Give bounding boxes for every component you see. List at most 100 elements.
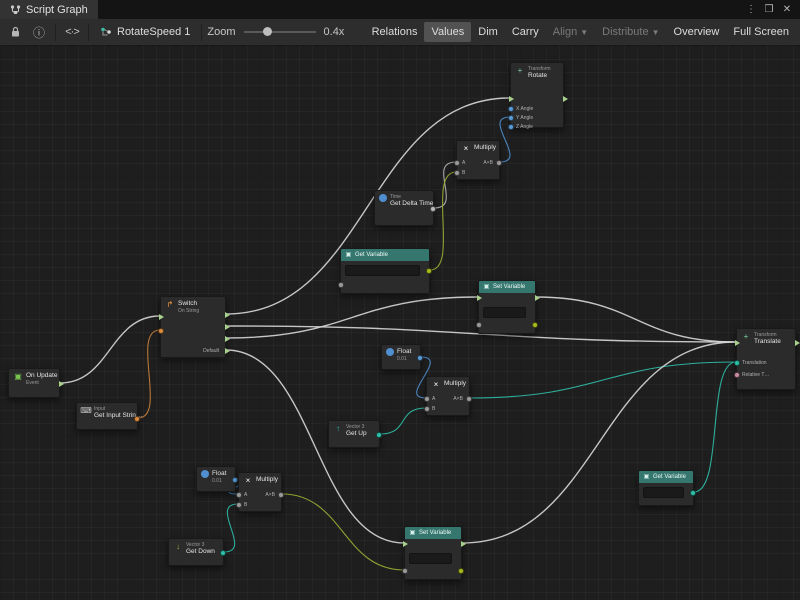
toolbar-button-relations[interactable]: Relations: [365, 22, 425, 42]
port-rotate-flow-in[interactable]: [509, 96, 514, 102]
window-menu-button[interactable]: ⋮: [742, 0, 760, 19]
port-multiply-3-b[interactable]: [236, 502, 242, 508]
node-title: Float: [212, 470, 226, 478]
node-header: Float0.01: [382, 345, 420, 364]
toolbar-button-carry[interactable]: Carry: [505, 22, 546, 42]
window-titlebar: Script Graph ⋮ ❒ ✕: [0, 0, 800, 19]
graph-node-float-1[interactable]: Float0.01: [381, 344, 421, 370]
port-multiply-3-out[interactable]: [278, 492, 284, 498]
graph-node-vector3-get-up[interactable]: ↑Vector 3Get Up: [328, 420, 380, 448]
port-get-input-string-out[interactable]: [134, 416, 140, 422]
port-translate-relative-to[interactable]: [734, 372, 740, 378]
node-title: Rotate: [528, 72, 551, 80]
node-title: Set Variable: [419, 530, 451, 536]
port-get-variable-1-out[interactable]: [426, 268, 432, 274]
toolbar-button-distribute: Distribute▼: [595, 22, 666, 42]
graph-node-get-delta-time[interactable]: TimeGet Delta Time: [374, 190, 434, 226]
port-multiply-2-out[interactable]: [466, 396, 472, 402]
port-set-variable-1-value[interactable]: [476, 322, 482, 328]
node-title: Get Delta Time: [390, 200, 433, 208]
port-label: A×B: [453, 396, 463, 402]
port-set-variable-1-out[interactable]: [532, 322, 538, 328]
graph-node-multiply-2[interactable]: ×MultiplyABA×B: [426, 376, 470, 416]
info-icon[interactable]: ⓘ: [28, 22, 50, 43]
graph-node-vector3-get-down[interactable]: ↓Vector 3Get Down: [168, 538, 224, 566]
graph-node-get-variable-1[interactable]: ▣Get Variable: [340, 248, 430, 294]
zoom-slider-thumb[interactable]: [263, 27, 272, 36]
variable-name-field[interactable]: [409, 553, 452, 564]
port-label: B: [462, 170, 465, 176]
node-subtitle: Event: [26, 380, 57, 386]
port-multiply-1-b[interactable]: [454, 170, 460, 176]
port-set-variable-2-flow-out[interactable]: [461, 541, 466, 547]
port-label: Relative T…: [742, 372, 769, 378]
maximize-button[interactable]: ❒: [760, 0, 778, 19]
port-vector3-get-down-out[interactable]: [220, 550, 226, 556]
toolbar-button-dim[interactable]: Dim: [471, 22, 505, 42]
variable-name-field[interactable]: [643, 487, 684, 498]
port-rotate-flow-out[interactable]: [563, 96, 568, 102]
lock-icon[interactable]: [4, 22, 26, 43]
tab-script-graph[interactable]: Script Graph: [0, 0, 98, 19]
port-float-1-out[interactable]: [417, 355, 423, 361]
toolbar-button-overview[interactable]: Overview: [667, 22, 727, 42]
port-set-variable-2-out[interactable]: [458, 568, 464, 574]
graph-node-multiply-3[interactable]: ×MultiplyABA×B: [238, 472, 282, 512]
graph-node-set-variable-1[interactable]: ▣Set Variable: [478, 280, 536, 334]
port-label: A×B: [265, 492, 275, 498]
port-get-variable-1-obj[interactable]: [338, 282, 344, 288]
toolbar-button-values[interactable]: Values: [424, 22, 471, 42]
port-set-variable-2-value[interactable]: [402, 568, 408, 574]
toolbar-button-full-screen[interactable]: Full Screen: [726, 22, 796, 42]
port-get-variable-2-out[interactable]: [690, 490, 696, 496]
port-on-update-out[interactable]: [59, 381, 64, 387]
node-title: Multiply: [474, 144, 496, 152]
port-multiply-3-a[interactable]: [236, 492, 242, 498]
port-translate-translation[interactable]: [734, 360, 740, 366]
port-switch-on-string-case0[interactable]: [225, 312, 230, 318]
graph-node-get-variable-2[interactable]: ▣Get Variable: [638, 470, 694, 506]
close-button[interactable]: ✕: [778, 0, 796, 19]
port-translate-flow-out[interactable]: [795, 340, 800, 346]
graph-node-multiply-1[interactable]: ×MultiplyABA×B: [456, 140, 500, 180]
toolbar-separator: [201, 24, 202, 41]
port-rotate-x-angle[interactable]: [508, 106, 514, 112]
port-label: A: [244, 492, 247, 498]
graph-breadcrumb[interactable]: RotateSpeed 1: [94, 26, 196, 38]
float-icon: [201, 470, 209, 478]
vector-up-icon: ↑: [333, 424, 343, 434]
edge-layer: [0, 46, 800, 600]
node-title: Get Down: [186, 548, 215, 556]
graph-node-float-2[interactable]: Float0.01: [196, 466, 236, 492]
graph-node-translate[interactable]: +TransformTranslateTranslationRelative T…: [736, 328, 796, 390]
port-switch-on-string-default[interactable]: [225, 348, 230, 354]
port-multiply-1-a[interactable]: [454, 160, 460, 166]
port-vector3-get-up-out[interactable]: [376, 432, 382, 438]
port-get-delta-time-out[interactable]: [430, 206, 436, 212]
zoom-to-fit-icon[interactable]: <·>: [61, 22, 83, 43]
graph-canvas[interactable]: ▣On UpdateEvent ⌨InputGet Input Strin… ↱Sw…: [0, 46, 800, 600]
port-rotate-y-angle[interactable]: [508, 115, 514, 121]
port-switch-on-string-case2[interactable]: [225, 336, 230, 342]
port-translate-flow-in[interactable]: [735, 340, 740, 346]
graph-node-on-update[interactable]: ▣On UpdateEvent: [8, 368, 60, 398]
port-switch-on-string-case1[interactable]: [225, 324, 230, 330]
port-set-variable-1-flow-in[interactable]: [477, 295, 482, 301]
variable-name-field[interactable]: [483, 307, 526, 318]
port-set-variable-2-flow-in[interactable]: [403, 541, 408, 547]
graph-node-rotate[interactable]: +TransformRotateX AngleY AngleZ Angle: [510, 62, 564, 128]
zoom-slider[interactable]: [244, 31, 316, 33]
port-multiply-2-a[interactable]: [424, 396, 430, 402]
port-multiply-1-out[interactable]: [496, 160, 502, 166]
multiply-icon: ×: [431, 380, 441, 390]
edge-get_input_string-out-to-switch_on_string-selector: [138, 330, 160, 418]
port-multiply-2-b[interactable]: [424, 406, 430, 412]
port-rotate-z-angle[interactable]: [508, 124, 514, 130]
graph-node-get-input-string[interactable]: ⌨InputGet Input Strin…: [76, 402, 138, 430]
graph-node-set-variable-2[interactable]: ▣Set Variable: [404, 526, 462, 580]
port-switch-on-string-flow-in[interactable]: [159, 314, 164, 320]
variable-name-field[interactable]: [345, 265, 420, 276]
port-set-variable-1-flow-out[interactable]: [535, 295, 540, 301]
port-switch-on-string-selector[interactable]: [158, 328, 164, 334]
graph-node-switch-on-string[interactable]: ↱SwitchOn StringDefault: [160, 296, 226, 358]
